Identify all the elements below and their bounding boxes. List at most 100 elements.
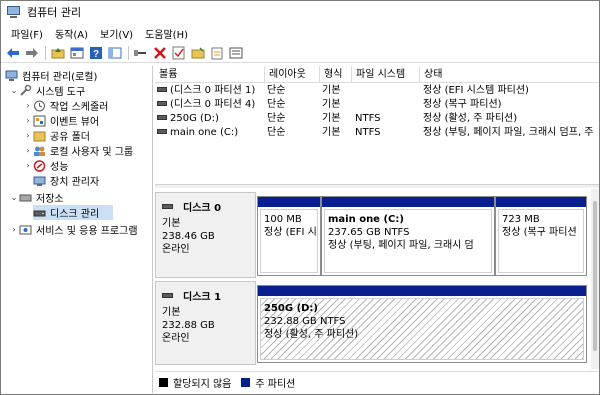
computer-management-icon [5,70,18,82]
up-folder-icon[interactable] [50,45,66,61]
status-cell: 정상 (활성, 주 파티션) [423,113,518,124]
primary-partition-swatch [241,378,251,387]
partition-main-c[interactable]: main one (C:) 237.65 GB NTFS 정상 (부팅, 페이지… [321,196,495,276]
column-layout[interactable]: 레이아웃 [265,66,320,83]
delete-icon[interactable] [152,45,168,61]
disk-0-label[interactable]: 디스크 0 기본 238.46 GB 온라인 [155,192,256,278]
tree-node-shared-folders[interactable]: › 공유 폴더 [23,128,90,143]
volume-row[interactable]: (디스크 0 파티션 4) 단순 기본 정상 (복구 파티션) [155,98,599,112]
computer-management-window: 컴퓨터 관리 파일(F) 동작(A) 보기(V) 도움말(H) ? 컴퓨터 관리… [0,0,600,395]
volume-row[interactable]: (디스크 0 파티션 1) 단순 기본 정상 (EFI 시스템 파티션) [155,84,599,98]
tree-node-device-manager[interactable]: 장치 관리자 [33,173,99,188]
connect-icon[interactable] [133,45,149,61]
scrollbar-thumb[interactable] [593,201,597,351]
disk-kind: 기본 [162,218,181,229]
menu-view[interactable]: 보기(V) [94,26,139,41]
chevron-down-icon[interactable]: ⌄ [9,192,19,204]
volume-name-cell: main one (C:) [157,126,238,140]
column-file-system[interactable]: 파일 시스템 [352,66,420,83]
partition-efi[interactable]: 100 MB 정상 (EFI 시 [257,196,321,276]
view-icon[interactable] [228,45,244,61]
type-cell: 기본 [322,85,341,96]
volume-icon [157,114,167,120]
storage-icon [19,192,32,204]
window-title: 컴퓨터 관리 [27,6,82,19]
column-status[interactable]: 상태 [420,66,599,83]
legend-unallocated: 할당되지 않음 [173,379,232,390]
partition-250g-d[interactable]: 250G (D:) 232.88 GB NTFS 정상 (활성, 주 파티션) [257,285,587,363]
type-cell: 기본 [322,127,341,138]
primary-partition-bar [322,197,494,207]
forward-icon[interactable] [24,45,40,61]
menu-action[interactable]: 동작(A) [49,26,94,41]
event-viewer-icon [33,115,46,127]
chevron-right-icon[interactable]: › [23,115,33,127]
type-cell: 기본 [322,113,341,124]
menu-file[interactable]: 파일(F) [5,26,49,41]
export-icon[interactable] [209,45,225,61]
show-hide-icon[interactable] [107,45,123,61]
partition-body: main one (C:) 237.65 GB NTFS 정상 (부팅, 페이지… [324,209,492,273]
menu-bar: 파일(F) 동작(A) 보기(V) 도움말(H) [1,24,599,42]
tree-label: 시스템 도구 [36,87,86,98]
volume-row[interactable]: 250G (D:) 단순 기본 NTFS 정상 (활성, 주 파티션) [155,112,599,126]
open-folder-icon[interactable] [190,45,206,61]
services-icon [19,224,32,236]
tree-label: 로컬 사용자 및 그룹 [50,147,134,158]
tree-node-task-scheduler[interactable]: › 작업 스케줄러 [23,98,108,113]
chevron-right-icon[interactable]: › [9,224,19,236]
check-icon[interactable] [171,45,187,61]
tree-node-system-tools[interactable]: ⌄ 시스템 도구 [9,83,85,98]
status-cell: 정상 (복구 파티션) [423,99,502,110]
device-manager-icon [33,175,46,187]
tree-node-services[interactable]: › 서비스 및 응용 프로그램 [9,222,138,237]
column-type[interactable]: 형식 [320,66,352,83]
tree-label: 디스크 관리 [50,209,100,220]
disk-map: 디스크 0 기본 238.46 GB 온라인 100 MB 정상 (EFI 시 … [155,189,591,369]
layout-cell: 단순 [267,113,286,124]
tree-node-event-viewer[interactable]: › 이벤트 뷰어 [23,113,99,128]
legend: 할당되지 않음 주 파티션 [155,371,599,393]
volume-icon [157,100,167,106]
volume-row[interactable]: main one (C:) 단순 기본 NTFS 정상 (부팅, 페이지 파일,… [155,126,599,140]
shared-folder-icon [33,130,46,142]
partition-status: 정상 (복구 파티션 [502,227,577,238]
volume-list-header: 볼륨 레이아웃 형식 파일 시스템 상태 [155,66,599,83]
partition-body: 100 MB 정상 (EFI 시 [260,209,318,273]
pane-splitter[interactable] [155,184,599,188]
svg-text:?: ? [93,49,99,60]
back-icon[interactable] [5,45,21,61]
tools-icon [19,84,32,97]
disk-size: 238.46 GB [162,231,215,242]
tree-node-disk-management[interactable]: 디스크 관리 [33,205,113,220]
partition-size: 100 MB [264,214,302,225]
tree-label: 컴퓨터 관리(로컬) [22,72,98,83]
chevron-right-icon[interactable]: › [23,100,33,112]
volume-icon [157,86,167,92]
tree-node-local-users[interactable]: › 로컬 사용자 및 그룹 [23,143,133,158]
partition-size: 232.88 GB NTFS [264,316,346,327]
chevron-down-icon[interactable]: ⌄ [9,85,19,97]
partition-recovery[interactable]: 723 MB 정상 (복구 파티션 [495,196,587,276]
primary-partition-bar [258,197,320,207]
volume-name-cell: (디스크 0 파티션 1) [157,84,255,98]
partition-size: 237.65 GB NTFS [328,227,410,238]
tree-node-performance[interactable]: › 성능 [23,158,68,173]
help-icon[interactable]: ? [88,45,104,61]
disk-size: 232.88 GB [162,320,215,331]
primary-partition-bar [258,286,586,296]
chevron-right-icon[interactable]: › [23,130,33,142]
tree-label: 이벤트 뷰어 [50,117,100,128]
chevron-right-icon[interactable]: › [23,160,33,172]
disk-1-label[interactable]: 디스크 1 기본 232.88 GB 온라인 [155,281,256,365]
properties-icon[interactable] [69,45,85,61]
toolbar: ? [1,43,599,63]
tree-node-storage[interactable]: ⌄ 저장소 [9,190,64,205]
navigation-tree: 컴퓨터 관리(로컬) ⌄ 시스템 도구 › 작업 스케줄러 › 이벤트 뷰어 ›… [3,66,153,393]
chevron-right-icon[interactable]: › [23,145,33,157]
disk-map-scrollbar[interactable] [591,189,599,369]
menu-help[interactable]: 도움말(H) [139,26,194,41]
column-volume[interactable]: 볼륨 [155,66,265,83]
tree-node-root[interactable]: 컴퓨터 관리(로컬) [5,68,97,83]
status-cell: 정상 (부팅, 페이지 파일, 크래시 덤프, 주 [423,127,594,138]
